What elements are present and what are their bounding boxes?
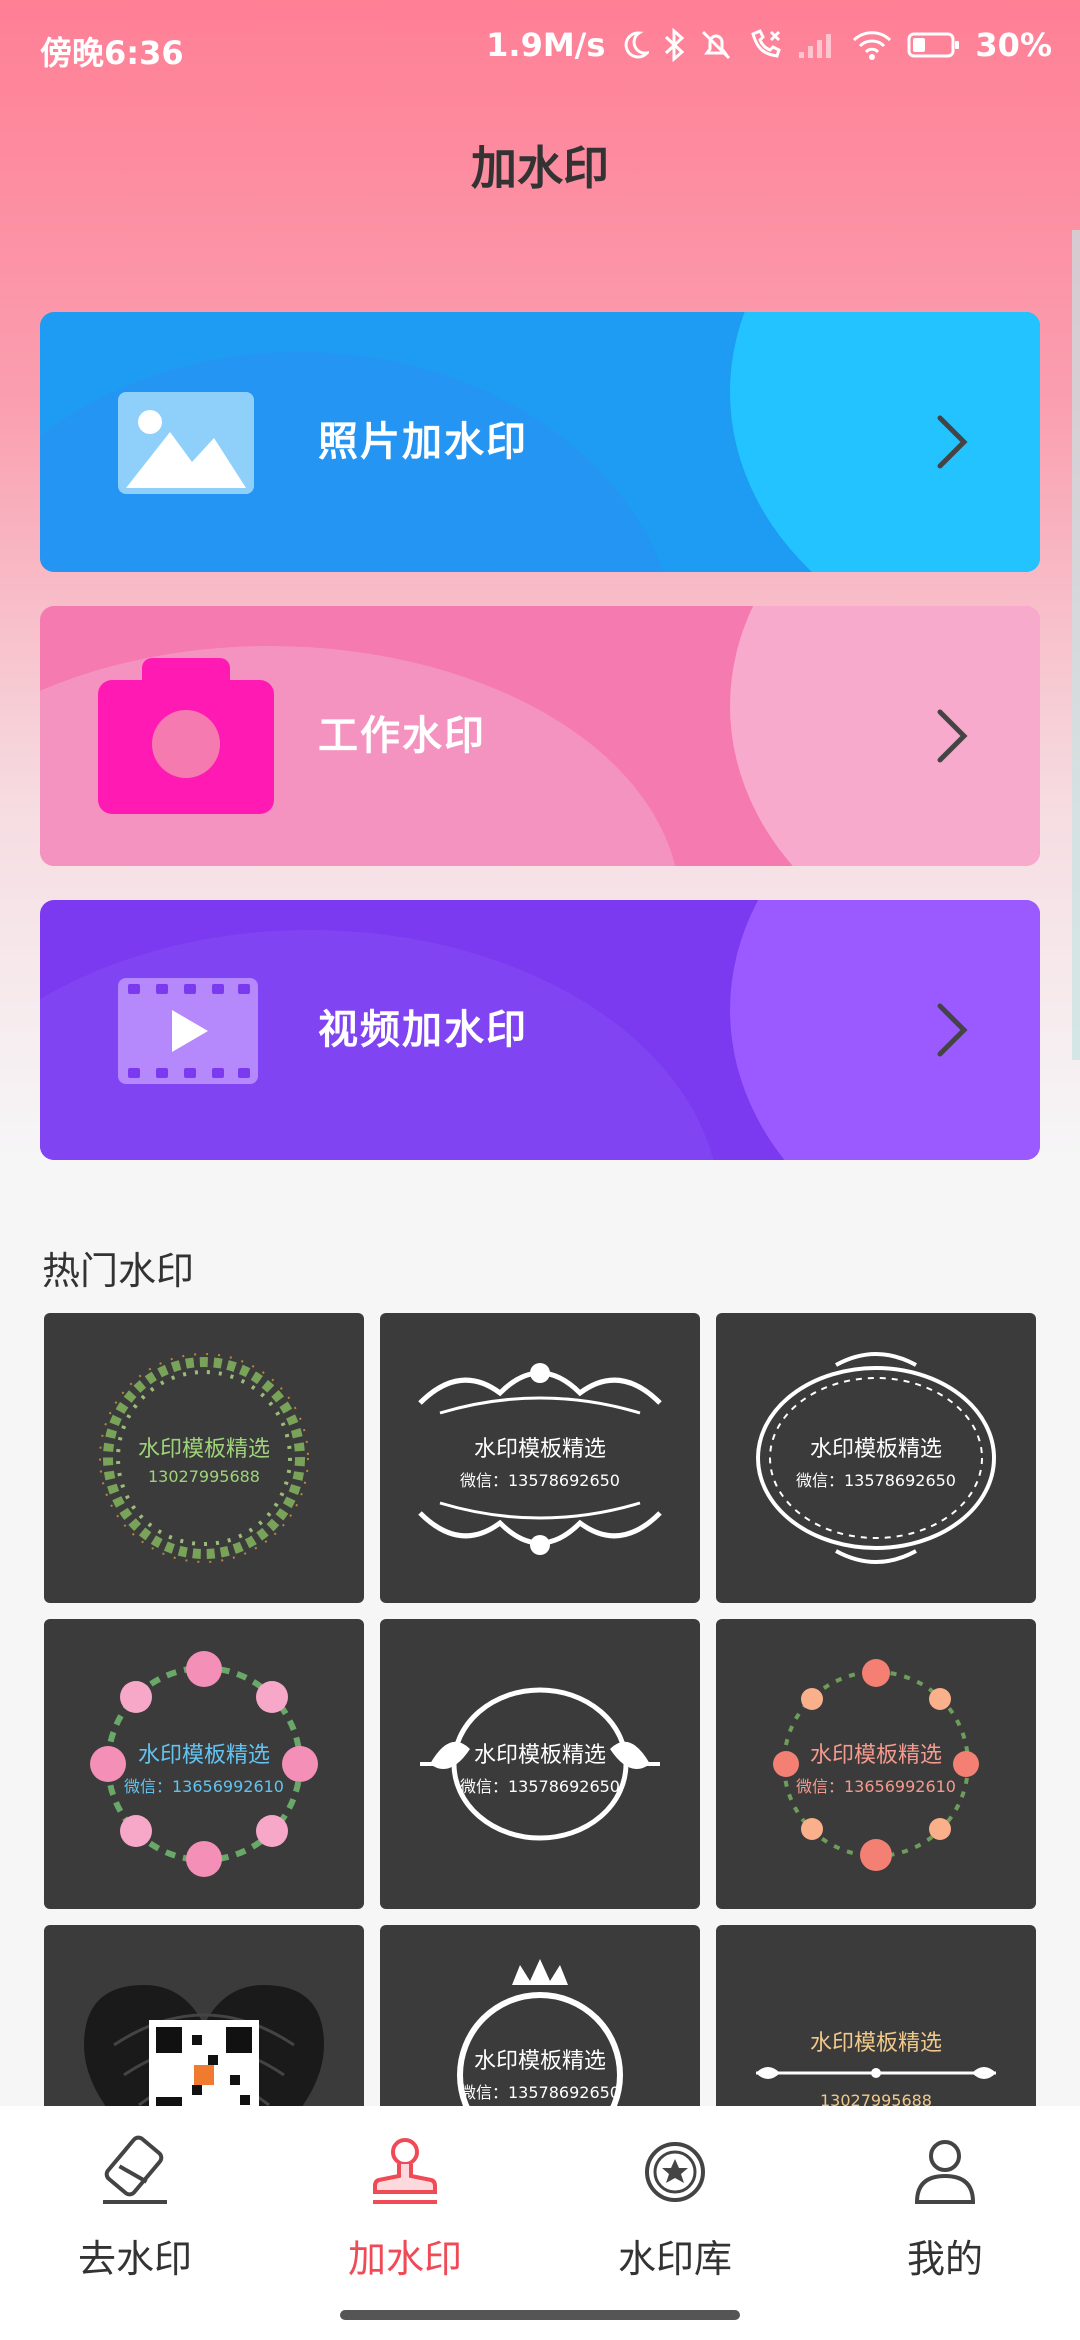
nav-item-add-watermark[interactable]: 加水印 (270, 2106, 540, 2306)
nav-label: 水印库 (617, 2237, 732, 2281)
nav-item-watermark-library[interactable]: 水印库 (540, 2106, 810, 2306)
watermark-template-tile[interactable]: 水印模板精选 微信：13578692650 (716, 1313, 1036, 1603)
card-label: 照片加水印 (318, 419, 528, 465)
user-icon (905, 2132, 985, 2216)
home-indicator[interactable] (340, 2310, 740, 2320)
scroll-edge (1072, 230, 1080, 1060)
signal-icon (797, 30, 837, 60)
card-decoration (730, 312, 1040, 572)
card-decoration (730, 606, 1040, 866)
template-title: 水印模板精选 (809, 2031, 942, 2056)
image-icon (118, 392, 254, 498)
hot-watermarks-title: 热门水印 (42, 1249, 195, 1293)
watermark-template-tile[interactable]: 水印模板精选 微信：13656992610 (44, 1619, 364, 1909)
watermark-template-tile[interactable]: 水印模板精选 微信：13578692650 (380, 1619, 700, 1909)
bottom-navigation: 去水印 加水印 水印库 我的 (0, 2106, 1080, 2340)
status-icons: 1.9M/s 30% (486, 26, 1052, 64)
stamp-icon (365, 2132, 445, 2216)
video-icon (118, 978, 258, 1088)
battery-icon (907, 30, 961, 60)
template-subtitle: 微信：13578692650 (460, 1777, 620, 1796)
work-watermark-card[interactable]: 工作水印 (40, 606, 1040, 866)
watermark-template-tile[interactable]: 水印模板精选 微信：13656992610 (716, 1619, 1036, 1909)
template-title: 水印模板精选 (473, 1437, 606, 1462)
video-watermark-card[interactable]: 视频加水印 (40, 900, 1040, 1160)
template-subtitle: 微信：13578692650 (796, 1471, 956, 1490)
template-title: 水印模板精选 (473, 2049, 606, 2074)
page-title: 加水印 (471, 141, 609, 195)
wifi-icon (851, 29, 893, 61)
template-subtitle: 微信：13656992610 (796, 1777, 956, 1796)
watermark-template-grid: 水印模板精选 13027995688 水印模板精选 微信：13578692650… (44, 1313, 1036, 2215)
template-subtitle: 13027995688 (148, 1467, 260, 1486)
call-missed-icon (747, 28, 783, 62)
chevron-right-icon (934, 412, 970, 476)
card-label: 视频加水印 (318, 1007, 528, 1053)
chevron-right-icon (934, 1000, 970, 1064)
card-label: 工作水印 (318, 713, 486, 759)
nav-label: 我的 (906, 2237, 983, 2281)
chevron-right-icon (934, 706, 970, 770)
template-title: 水印模板精选 (473, 1743, 606, 1768)
nav-item-remove-watermark[interactable]: 去水印 (0, 2106, 270, 2306)
network-speed: 1.9M/s (486, 26, 606, 64)
star-badge-icon (635, 2132, 715, 2216)
watermark-template-tile[interactable]: 水印模板精选 13027995688 (44, 1313, 364, 1603)
template-subtitle: 微信：13578692650 (460, 2083, 620, 2102)
template-title: 水印模板精选 (809, 1743, 942, 1768)
moon-icon (619, 30, 650, 60)
card-decoration (730, 900, 1040, 1160)
bluetooth-icon (663, 28, 685, 62)
template-title: 水印模板精选 (137, 1743, 270, 1768)
nav-item-profile[interactable]: 我的 (810, 2106, 1080, 2306)
nav-label: 去水印 (77, 2237, 192, 2281)
battery-level: 30% (975, 26, 1052, 64)
template-title: 水印模板精选 (809, 1437, 942, 1462)
nav-label: 加水印 (347, 2237, 462, 2281)
camera-icon (98, 658, 274, 818)
template-subtitle: 微信：13656992610 (124, 1777, 284, 1796)
photo-watermark-card[interactable]: 照片加水印 (40, 312, 1040, 572)
status-bar: 傍晚6:36 1.9M/s 30% (0, 0, 1080, 96)
watermark-template-tile[interactable]: 水印模板精选 微信：13578692650 (380, 1313, 700, 1603)
mute-bell-icon (699, 28, 733, 62)
template-subtitle: 微信：13578692650 (460, 1471, 620, 1490)
status-time: 傍晚6:36 (40, 34, 184, 72)
template-title: 水印模板精选 (137, 1437, 270, 1462)
eraser-icon (95, 2132, 175, 2216)
